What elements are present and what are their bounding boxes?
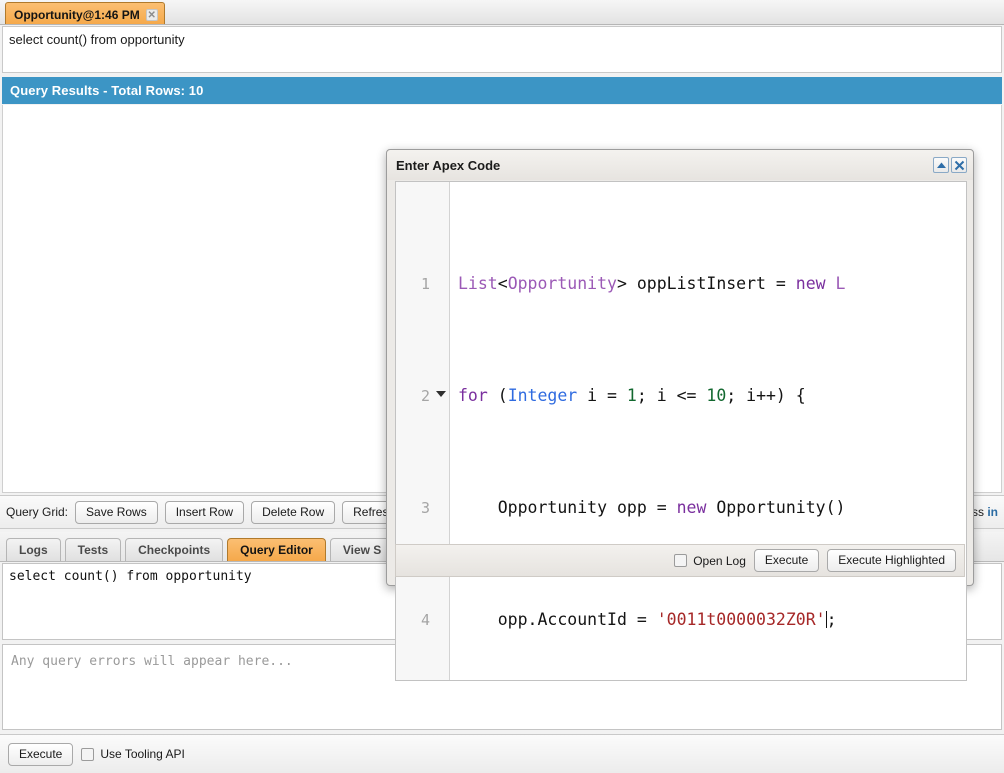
clipped-status-text-b: in xyxy=(987,505,998,519)
query-results-banner: Query Results - Total Rows: 10 xyxy=(2,77,1002,104)
code-text: for (Integer i = 1; i <= 10; i++) { xyxy=(458,386,806,405)
soql-display-box: select count() from opportunity xyxy=(2,26,1002,73)
use-tooling-api-checkbox[interactable] xyxy=(81,747,95,761)
soql-explorer-window: Opportunity@1:46 PM ✕ select count() fro… xyxy=(0,0,1004,773)
open-log-checkbox[interactable] xyxy=(674,554,688,567)
delete-row-button[interactable]: Delete Row xyxy=(251,500,336,524)
apex-code-editor[interactable]: 1 List<Opportunity> oppListInsert = new … xyxy=(395,181,967,681)
use-tooling-api-label: Use Tooling API xyxy=(100,747,185,761)
code-line: 1 List<Opportunity> oppListInsert = new … xyxy=(396,270,966,298)
query-tab-opportunity[interactable]: Opportunity@1:46 PM ✕ xyxy=(5,2,165,24)
query-grid-label: Query Grid: xyxy=(6,505,69,519)
code-text: List<Opportunity> oppListInsert = new L xyxy=(458,274,846,293)
query-error-placeholder: Any query errors will appear here... xyxy=(11,654,293,669)
query-results-banner-label: Query Results - Total Rows: 10 xyxy=(10,83,204,98)
bottom-action-bar: Execute Use Tooling API xyxy=(0,734,1004,773)
line-number: 2 xyxy=(420,387,430,405)
query-tab-label: Opportunity@1:46 PM xyxy=(14,7,140,22)
open-log-checkbox-wrap[interactable]: Open Log xyxy=(674,554,746,568)
code-line: 4 opp.AccountId = '0011t0000032Z0R'; xyxy=(396,606,966,634)
code-line: 2 for (Integer i = 1; i <= 10; i++) { xyxy=(396,382,966,410)
soql-display-text: select count() from opportunity xyxy=(9,32,185,47)
dialog-execute-highlighted-button[interactable]: Execute Highlighted xyxy=(827,549,956,572)
dialog-title-label: Enter Apex Code xyxy=(396,157,501,173)
line-number: 3 xyxy=(420,499,430,517)
tab-query-editor[interactable]: Query Editor xyxy=(227,538,326,561)
insert-row-button[interactable]: Insert Row xyxy=(164,500,245,524)
save-rows-button[interactable]: Save Rows xyxy=(75,500,158,524)
open-log-label: Open Log xyxy=(693,553,746,568)
dialog-execute-button[interactable]: Execute xyxy=(753,549,820,572)
code-lines: 1 List<Opportunity> oppListInsert = new … xyxy=(396,186,966,680)
close-icon[interactable] xyxy=(951,157,967,173)
use-tooling-api-checkbox-wrap[interactable]: Use Tooling API xyxy=(81,747,185,761)
line-number: 4 xyxy=(420,611,430,629)
code-text: Opportunity opp = new Opportunity() xyxy=(497,498,846,517)
enter-apex-code-dialog: Enter Apex Code 1 List<Opportunity> oppL… xyxy=(386,149,974,681)
code-fold-icon[interactable] xyxy=(436,391,446,397)
tab-tests[interactable]: Tests xyxy=(64,538,122,561)
execute-query-button[interactable]: Execute xyxy=(8,742,74,766)
line-number: 1 xyxy=(420,275,430,293)
dialog-footer: Open Log Execute Execute Highlighted xyxy=(395,544,965,577)
query-editor-value: select count() from opportunity xyxy=(9,569,252,584)
tab-view-state[interactable]: View S xyxy=(329,538,395,561)
collapse-up-icon[interactable] xyxy=(933,157,949,173)
code-line: 3 Opportunity opp = new Opportunity() xyxy=(396,494,966,522)
top-tab-strip: Opportunity@1:46 PM ✕ xyxy=(0,0,1004,25)
close-icon[interactable]: ✕ xyxy=(145,8,158,21)
tab-checkpoints[interactable]: Checkpoints xyxy=(125,538,224,561)
code-text: opp.AccountId = '0011t0000032Z0R'; xyxy=(497,610,837,629)
tab-logs[interactable]: Logs xyxy=(6,538,61,561)
dialog-title-bar[interactable]: Enter Apex Code xyxy=(387,150,973,180)
